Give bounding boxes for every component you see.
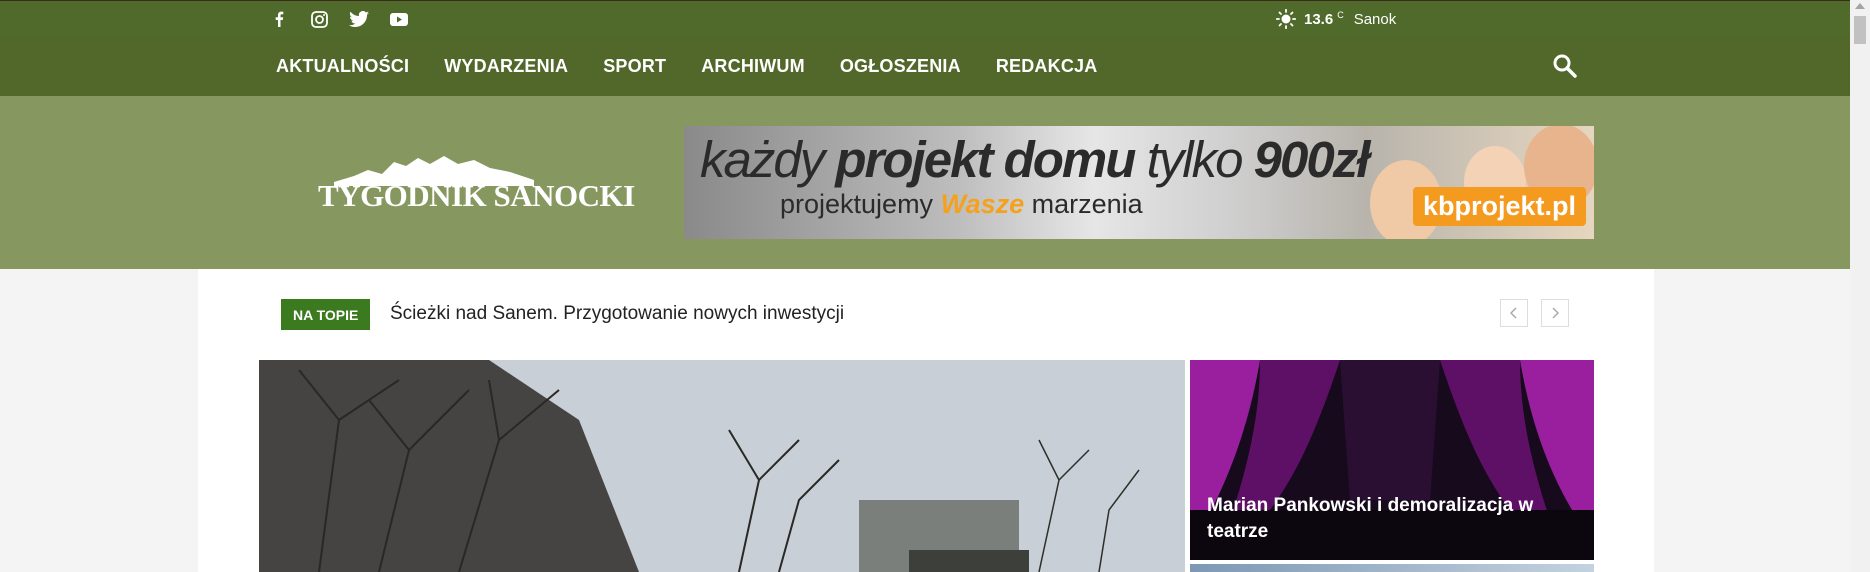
chevron-right-icon <box>1552 307 1559 319</box>
banner-headline: każdy projekt domu tylko 900zł <box>700 131 1370 188</box>
side-article-title: Marian Pankowski i demoralizacja w teatr… <box>1207 495 1534 542</box>
site-logo[interactable]: TYGODNIK SANOCKI <box>318 152 635 218</box>
search-icon[interactable] <box>1552 53 1578 79</box>
menu-item-wydarzenia[interactable]: WYDARZENIA <box>444 56 568 77</box>
menu-item-sport[interactable]: SPORT <box>603 56 666 77</box>
weather-temperature: 13.6 <box>1304 10 1334 28</box>
menu-item-redakcja[interactable]: REDAKCJA <box>996 56 1098 77</box>
menu-item-archiwum[interactable]: ARCHIWUM <box>701 56 805 77</box>
twitter-icon[interactable] <box>348 9 370 29</box>
sun-icon <box>1276 9 1296 29</box>
weather-city: Sanok <box>1353 10 1397 28</box>
facebook-icon[interactable] <box>268 9 290 29</box>
menu-item-ogloszenia[interactable]: OGŁOSZENIA <box>840 56 961 77</box>
weather-unit: C <box>1337 10 1344 20</box>
trending-tag: NA TOPIE <box>281 299 371 330</box>
banner-url-badge: kbprojekt.pl <box>1412 187 1586 226</box>
top-bar: 13.6 C Sanok <box>0 0 1850 36</box>
main-navigation: AKTUALNOŚCI WYDARZENIA SPORT ARCHIWUM OG… <box>0 36 1850 96</box>
banner-subline: projektujemy Wasze marzenia <box>780 189 1143 219</box>
featured-side-article-2[interactable] <box>1190 564 1594 572</box>
advertisement-banner[interactable]: każdy projekt domu tylko 900zł projektuj… <box>684 126 1594 239</box>
chevron-left-icon <box>1510 307 1517 319</box>
weather-widget: 13.6 C Sanok <box>1276 9 1396 29</box>
trending-headline[interactable]: Ścieżki nad Sanem. Przygotowanie nowych … <box>390 303 844 325</box>
youtube-icon[interactable] <box>388 9 410 29</box>
featured-main-image[interactable] <box>259 360 1185 572</box>
scroll-up-arrow[interactable] <box>1855 3 1865 9</box>
social-links <box>268 9 410 29</box>
trending-next-button[interactable] <box>1541 299 1569 327</box>
menu-list: AKTUALNOŚCI WYDARZENIA SPORT ARCHIWUM OG… <box>276 36 1097 96</box>
page-scrollbar[interactable] <box>1850 0 1870 572</box>
site-header: TYGODNIK SANOCKI każdy projekt domu tylk… <box>0 96 1850 269</box>
instagram-icon[interactable] <box>308 9 330 29</box>
trending-prev-button[interactable] <box>1500 299 1528 327</box>
menu-item-aktualnosci[interactable]: AKTUALNOŚCI <box>276 56 409 77</box>
featured-side-article[interactable]: Marian Pankowski i demoralizacja w teatr… <box>1190 360 1594 560</box>
scrollbar-thumb[interactable] <box>1854 16 1866 44</box>
logo-text: TYGODNIK SANOCKI <box>318 178 635 213</box>
